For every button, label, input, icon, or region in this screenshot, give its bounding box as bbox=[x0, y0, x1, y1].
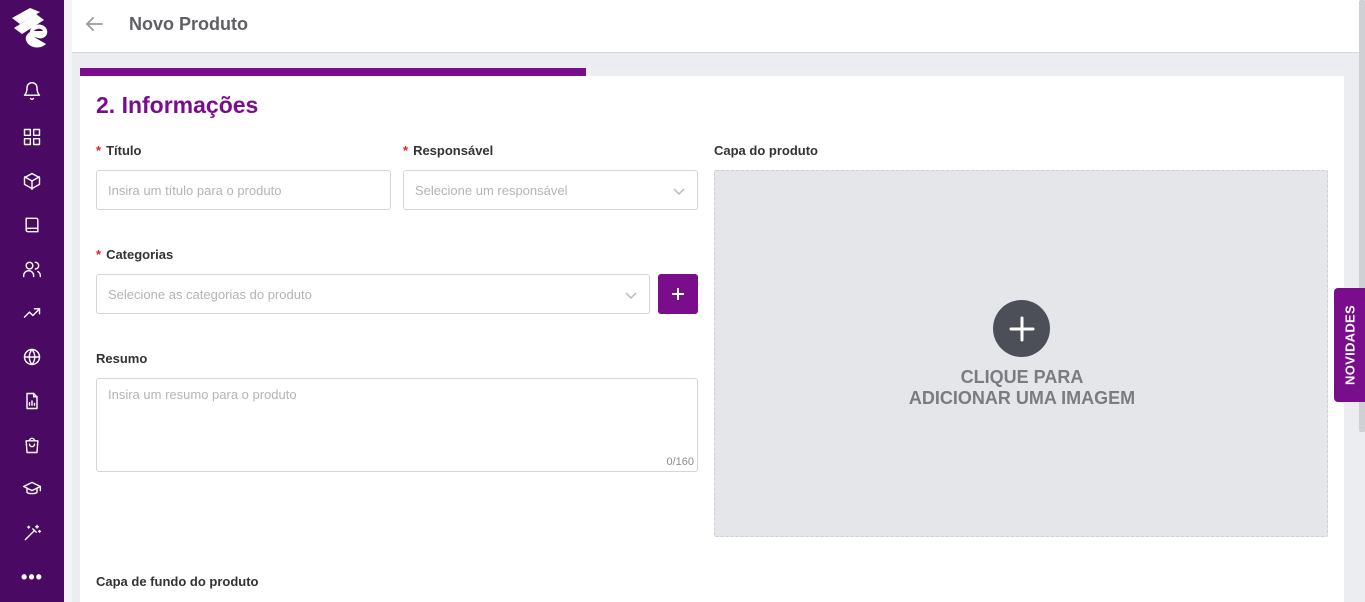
add-category-button[interactable] bbox=[658, 274, 698, 314]
nav-store[interactable] bbox=[14, 427, 50, 463]
report-icon bbox=[26, 392, 38, 410]
page-title: Novo Produto bbox=[129, 14, 248, 34]
step-title: 2. Informações bbox=[96, 92, 259, 118]
categorias-select[interactable]: Selecione as categorias do produto bbox=[96, 274, 650, 314]
bell-icon bbox=[23, 82, 41, 100]
responsavel-select[interactable]: Selecione um responsável bbox=[403, 170, 698, 210]
top-bar: Novo Produto bbox=[72, 0, 1361, 53]
capa-fundo-label: Capa de fundo do produto bbox=[96, 574, 259, 589]
required-mark: * bbox=[403, 143, 409, 158]
progress-fill bbox=[80, 68, 586, 76]
categorias-label-text: Categorias bbox=[106, 247, 174, 262]
nav-dashboard[interactable] bbox=[14, 119, 50, 155]
chevron-down-icon bbox=[624, 288, 638, 302]
nav-products[interactable] bbox=[14, 163, 50, 199]
plus-icon bbox=[672, 288, 684, 300]
brand-logo-icon[interactable] bbox=[10, 4, 54, 52]
resumo-label: Resumo bbox=[96, 351, 148, 366]
chevron-down-icon bbox=[672, 184, 686, 198]
responsavel-placeholder: Selecione um responsável bbox=[415, 183, 568, 198]
magic-wand-icon bbox=[24, 524, 42, 541]
users-icon bbox=[22, 261, 42, 278]
required-mark: * bbox=[96, 247, 102, 262]
novidades-label: NOVIDADES bbox=[1342, 305, 1357, 385]
image-upload-dropzone[interactable]: CLIQUE PARA ADICIONAR UMA IMAGEM bbox=[714, 170, 1328, 537]
titulo-input[interactable] bbox=[96, 170, 391, 210]
form-card: 2. Informações * Título * Responsável Sele… bbox=[80, 68, 1344, 602]
graduation-cap-icon bbox=[22, 481, 42, 495]
nav-documents[interactable] bbox=[14, 383, 50, 419]
categorias-label: * Categorias bbox=[96, 247, 173, 262]
nav-site[interactable] bbox=[14, 339, 50, 375]
nav-academy[interactable] bbox=[14, 471, 50, 507]
resumo-char-counter: 0/160 bbox=[666, 456, 694, 468]
sidebar-gutter bbox=[64, 0, 72, 602]
responsavel-label-text: Responsável bbox=[413, 143, 494, 158]
nav-tools[interactable] bbox=[14, 515, 50, 551]
nav-notifications[interactable] bbox=[14, 73, 50, 109]
sidebar: ••• bbox=[0, 0, 64, 602]
shopping-bag-icon bbox=[25, 437, 39, 454]
nav-users[interactable] bbox=[14, 251, 50, 287]
box-icon bbox=[23, 172, 41, 191]
trending-up-icon bbox=[23, 308, 41, 318]
back-arrow-icon[interactable] bbox=[82, 12, 106, 36]
nav-courses[interactable] bbox=[14, 207, 50, 243]
resumo-textarea[interactable] bbox=[96, 378, 698, 472]
required-mark: * bbox=[96, 143, 102, 158]
responsavel-label: * Responsável bbox=[403, 143, 493, 158]
categorias-placeholder: Selecione as categorias do produto bbox=[108, 287, 312, 302]
upload-prompt-line2: ADICIONAR UMA IMAGEM bbox=[908, 388, 1136, 408]
nav-reports[interactable] bbox=[14, 295, 50, 331]
capa-label: Capa do produto bbox=[714, 143, 818, 158]
titulo-label-text: Título bbox=[106, 143, 142, 158]
book-icon bbox=[25, 217, 39, 233]
novidades-tab[interactable]: NOVIDADES bbox=[1334, 288, 1365, 402]
titulo-label: * Título bbox=[96, 143, 141, 158]
grid-icon bbox=[23, 128, 41, 146]
nav-more[interactable]: ••• bbox=[14, 559, 50, 595]
more-icon: ••• bbox=[21, 567, 43, 587]
add-image-icon bbox=[993, 300, 1050, 357]
upload-prompt-line1: CLIQUE PARA bbox=[960, 367, 1084, 387]
progress-bar bbox=[80, 68, 1344, 76]
globe-icon bbox=[23, 348, 41, 366]
